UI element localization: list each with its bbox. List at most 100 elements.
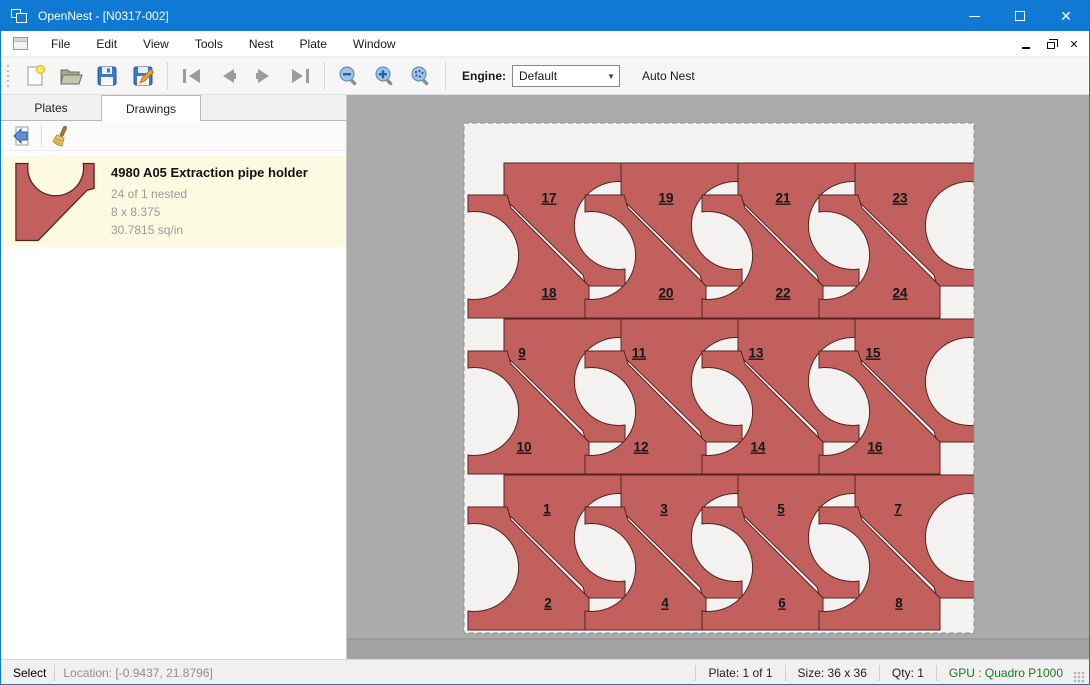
status-mode: Select — [13, 666, 46, 680]
status-separator — [936, 665, 937, 681]
part-number-label: 21 — [775, 191, 791, 206]
zoom-in-button[interactable] — [367, 60, 403, 92]
menu-bar: FileEditViewToolsNestPlateWindow ✕ — [1, 31, 1089, 57]
part-number-label: 18 — [541, 286, 557, 301]
part-number-label: 23 — [892, 191, 908, 206]
part-number-label: 1 — [543, 502, 551, 517]
toolbar-drag-handle[interactable] — [5, 63, 11, 89]
drawings-toolbar — [1, 121, 346, 151]
tab-strip: Plates Drawings — [1, 95, 346, 121]
tab-plates[interactable]: Plates — [1, 95, 101, 121]
next-plate-button[interactable] — [246, 60, 282, 92]
status-size: Size: 36 x 36 — [794, 666, 871, 680]
go-first-icon — [180, 66, 204, 86]
mdi-close-icon: ✕ — [1069, 38, 1078, 51]
part-number-label: 17 — [541, 191, 556, 206]
minimize-button[interactable] — [951, 1, 997, 31]
save-icon — [95, 64, 119, 88]
resize-grip[interactable] — [1073, 671, 1085, 683]
part-number-label: 6 — [778, 596, 786, 611]
part-number-label: 10 — [516, 440, 531, 455]
import-drawing-button[interactable] — [7, 123, 37, 149]
drawing-thumbnail — [9, 161, 101, 243]
nest-canvas[interactable]: 171819202122232491011121314151612345678 — [347, 95, 1089, 659]
menu-plate[interactable]: Plate — [287, 32, 340, 56]
last-plate-button[interactable] — [282, 60, 318, 92]
maximize-button[interactable] — [997, 1, 1043, 31]
clean-button[interactable] — [46, 123, 76, 149]
status-qty: Qty: 1 — [888, 666, 928, 680]
import-drawing-icon — [11, 125, 33, 147]
nest-drawing: 171819202122232491011121314151612345678 — [347, 95, 1089, 659]
part-number-label: 5 — [777, 502, 785, 517]
toolbar-separator — [41, 125, 42, 147]
open-button[interactable] — [53, 60, 89, 92]
new-document-button[interactable] — [17, 60, 53, 92]
previous-plate-button[interactable] — [210, 60, 246, 92]
menu-view[interactable]: View — [130, 32, 182, 56]
part-number-label: 4 — [661, 596, 669, 611]
tab-drawings[interactable]: Drawings — [101, 95, 201, 122]
status-bar: Select Location: [-0.9437, 21.8796] Plat… — [1, 659, 1089, 685]
menu-nest[interactable]: Nest — [236, 32, 287, 56]
clean-broom-icon — [50, 125, 72, 147]
engine-label: Engine: — [462, 69, 506, 83]
save-button[interactable] — [89, 60, 125, 92]
new-document-icon — [23, 64, 47, 88]
drawing-area: 30.7815 sq/in — [111, 221, 308, 239]
part-number-label: 11 — [632, 346, 647, 361]
minimize-icon — [969, 16, 980, 17]
document-window-icon[interactable] — [13, 37, 28, 50]
main-toolbar: Engine: Default ▼ Auto Nest — [1, 57, 1089, 95]
menu-edit[interactable]: Edit — [83, 32, 130, 56]
drawing-size: 8 x 8.375 — [111, 203, 308, 221]
maximize-icon — [1015, 11, 1025, 21]
status-gpu: GPU : Quadro P1000 — [945, 666, 1067, 680]
part-number-label: 24 — [892, 286, 908, 301]
engine-value: Default — [519, 69, 557, 83]
go-previous-icon — [216, 66, 240, 86]
part-number-label: 7 — [894, 502, 902, 517]
status-separator — [879, 665, 880, 681]
menu-items: FileEditViewToolsNestPlateWindow — [38, 32, 409, 56]
part-number-label: 3 — [660, 502, 668, 517]
part-number-label: 15 — [865, 346, 881, 361]
menu-window[interactable]: Window — [340, 32, 409, 56]
menu-tools[interactable]: Tools — [182, 32, 236, 56]
zoom-out-button[interactable] — [331, 60, 367, 92]
toolbar-separator — [445, 62, 446, 90]
app-window: OpenNest - [N0317-002] ✕ FileEditViewToo… — [0, 0, 1090, 685]
left-panel: Plates Drawings — [1, 95, 347, 659]
title-bar: OpenNest - [N0317-002] ✕ — [1, 1, 1089, 31]
mdi-restore-button[interactable] — [1041, 35, 1059, 53]
part-number-label: 12 — [633, 440, 648, 455]
zoom-out-icon — [337, 64, 361, 88]
menu-file[interactable]: File — [38, 32, 83, 56]
status-location: Location: [-0.9437, 21.8796] — [63, 666, 212, 680]
part-number-label: 22 — [775, 286, 790, 301]
drawing-title: 4980 A05 Extraction pipe holder — [111, 165, 308, 180]
drawing-nested-count: 24 of 1 nested — [111, 185, 308, 203]
save-as-button[interactable] — [125, 60, 161, 92]
status-plate: Plate: 1 of 1 — [704, 666, 776, 680]
auto-nest-button[interactable]: Auto Nest — [634, 65, 703, 87]
close-icon: ✕ — [1060, 9, 1072, 23]
first-plate-button[interactable] — [174, 60, 210, 92]
part-number-label: 9 — [518, 346, 526, 361]
zoom-fit-button[interactable] — [403, 60, 439, 92]
status-separator — [695, 665, 696, 681]
drawing-list-item[interactable]: 4980 A05 Extraction pipe holder 24 of 1 … — [1, 155, 346, 247]
part-number-label: 16 — [867, 440, 883, 455]
zoom-fit-icon — [409, 64, 433, 88]
close-button[interactable]: ✕ — [1043, 1, 1089, 31]
engine-select[interactable]: Default ▼ — [512, 65, 620, 87]
open-folder-icon — [58, 64, 84, 88]
go-next-icon — [252, 66, 276, 86]
part-number-label: 20 — [658, 286, 673, 301]
part-number-label: 13 — [748, 346, 764, 361]
go-last-icon — [288, 66, 312, 86]
mdi-minimize-button[interactable] — [1017, 35, 1035, 53]
mdi-close-button[interactable]: ✕ — [1065, 35, 1083, 53]
toolbar-separator — [167, 62, 168, 90]
part-number-label: 2 — [544, 596, 552, 611]
